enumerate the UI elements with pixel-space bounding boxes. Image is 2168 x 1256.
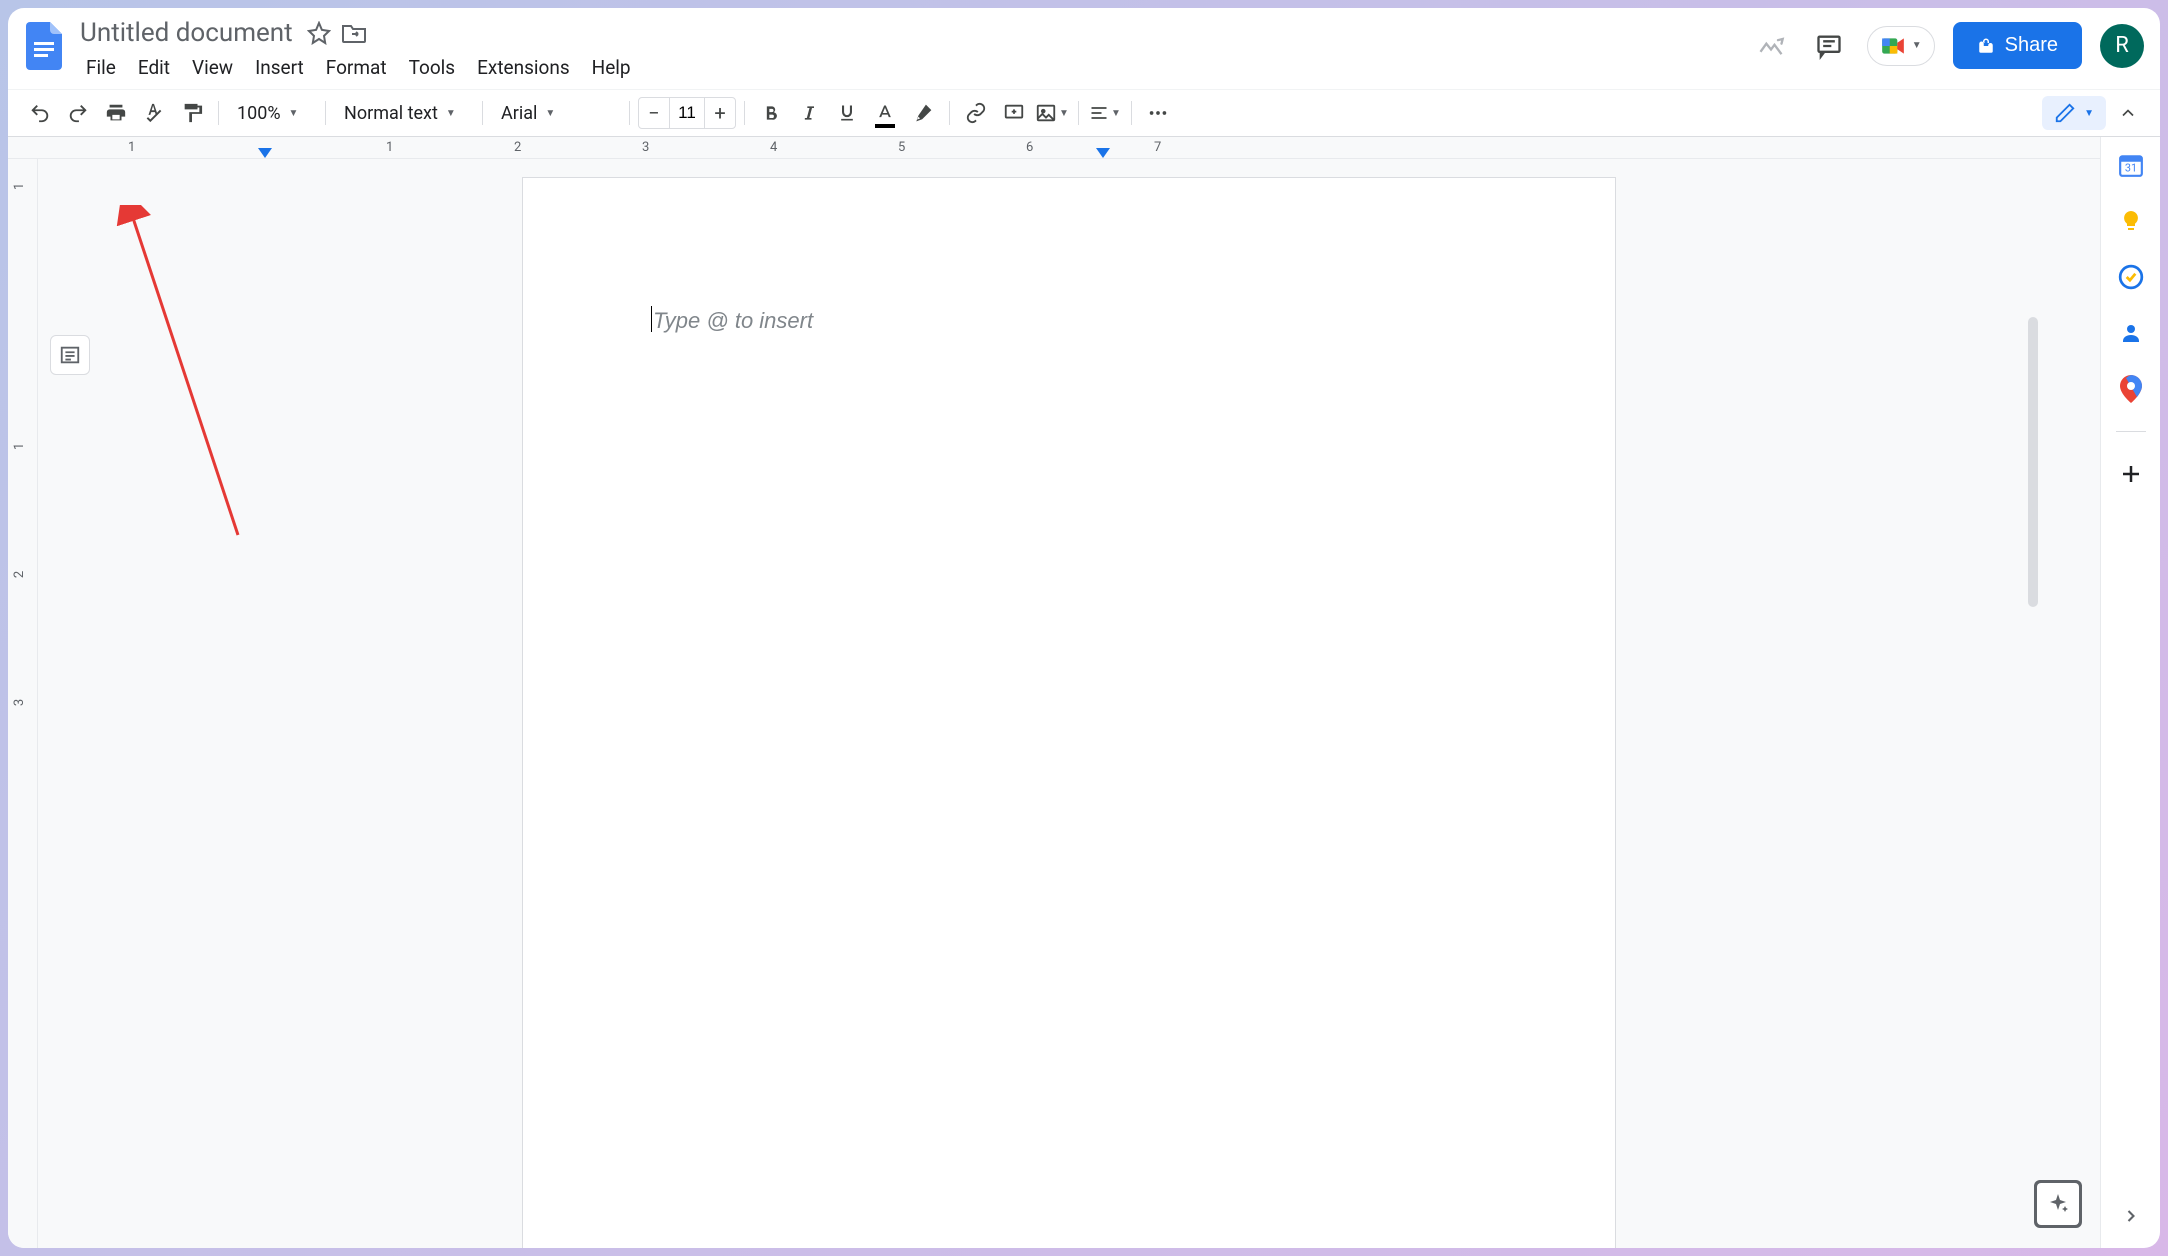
editing-mode-button[interactable]: ▼ (2042, 96, 2106, 130)
tasks-icon[interactable] (2117, 263, 2145, 291)
indent-marker-right-icon[interactable] (1096, 147, 1110, 162)
main-area: 1 1 2 3 4 5 6 7 1 1 2 3 (8, 137, 2100, 1248)
ruler-tick: 7 (1154, 140, 1161, 155)
paragraph-style-dropdown[interactable]: Normal text ▼ (334, 95, 474, 131)
menu-insert[interactable]: Insert (245, 52, 314, 83)
show-outline-button[interactable] (50, 335, 90, 375)
text-color-button[interactable] (867, 95, 903, 131)
body-area: 1 1 2 3 4 5 6 7 1 1 2 3 (8, 137, 2160, 1248)
side-panel: 31 (2100, 137, 2160, 1248)
font-family-value: Arial (501, 103, 537, 124)
font-size-input[interactable] (669, 98, 705, 128)
indent-marker-left-icon[interactable] (258, 147, 272, 162)
document-container: Type @ to insert (38, 159, 2100, 1248)
undo-button[interactable] (22, 95, 58, 131)
document-placeholder: Type @ to insert (653, 308, 813, 333)
ruler-tick: 5 (898, 140, 905, 155)
svg-text:31: 31 (2124, 162, 2136, 175)
menu-file[interactable]: File (76, 52, 126, 83)
menu-extensions[interactable]: Extensions (467, 52, 580, 83)
text-cursor (651, 306, 652, 332)
more-tools-button[interactable] (1140, 95, 1176, 131)
zoom-dropdown[interactable]: 100% ▼ (227, 95, 317, 131)
explore-button[interactable] (2034, 1180, 2082, 1228)
document-page[interactable]: Type @ to insert (522, 177, 1616, 1248)
decrease-font-size-button[interactable]: − (639, 98, 669, 128)
highlight-button[interactable] (905, 95, 941, 131)
menubar: File Edit View Insert Format Tools Exten… (76, 52, 641, 83)
ruler-tick: 3 (12, 699, 27, 706)
share-label: Share (2005, 34, 2058, 57)
menu-view[interactable]: View (182, 52, 243, 83)
chevron-down-icon: ▼ (1912, 40, 1922, 51)
redo-button[interactable] (60, 95, 96, 131)
toolbar: 100% ▼ Normal text ▼ Arial ▼ − + (8, 89, 2160, 137)
zoom-value: 100% (237, 103, 281, 124)
ruler-tick: 1 (128, 140, 135, 155)
contacts-icon[interactable] (2117, 319, 2145, 347)
document-scroll-area[interactable]: 1 1 2 3 Type @ to insert (8, 159, 2100, 1248)
share-button[interactable]: Share (1953, 22, 2082, 69)
scrollbar-thumb[interactable] (2028, 317, 2038, 607)
print-button[interactable] (98, 95, 134, 131)
menu-help[interactable]: Help (582, 52, 641, 83)
ruler-tick: 3 (642, 140, 649, 155)
ruler-tick: 6 (1026, 140, 1033, 155)
bold-button[interactable] (753, 95, 789, 131)
calendar-icon[interactable]: 31 (2117, 151, 2145, 179)
chevron-down-icon: ▼ (545, 108, 555, 119)
underline-button[interactable] (829, 95, 865, 131)
paint-format-button[interactable] (174, 95, 210, 131)
horizontal-ruler[interactable]: 1 1 2 3 4 5 6 7 (8, 137, 2100, 159)
chevron-down-icon: ▼ (2084, 108, 2094, 119)
insert-image-button[interactable]: ▼ (1034, 95, 1070, 131)
activity-icon[interactable] (1751, 26, 1791, 66)
spellcheck-button[interactable] (136, 95, 172, 131)
collapse-toolbar-button[interactable] (2110, 95, 2146, 131)
menu-tools[interactable]: Tools (399, 52, 466, 83)
add-addon-button[interactable] (2117, 460, 2145, 488)
ruler-tick: 1 (12, 443, 27, 450)
chevron-down-icon: ▼ (446, 108, 456, 119)
document-title[interactable]: Untitled document (76, 16, 297, 50)
move-icon[interactable] (341, 22, 367, 44)
menu-edit[interactable]: Edit (128, 52, 180, 83)
keep-icon[interactable] (2117, 207, 2145, 235)
titlebar: Untitled document File Edit View Insert … (8, 8, 2160, 83)
maps-icon[interactable] (2117, 375, 2145, 403)
ruler-tick: 1 (12, 183, 27, 190)
ruler-tick: 4 (770, 140, 777, 155)
align-button[interactable]: ▼ (1087, 95, 1123, 131)
app-window: Untitled document File Edit View Insert … (8, 8, 2160, 1248)
chevron-down-icon: ▼ (1111, 108, 1121, 119)
comments-icon[interactable] (1809, 26, 1849, 66)
italic-button[interactable] (791, 95, 827, 131)
chevron-down-icon: ▼ (1059, 108, 1069, 119)
increase-font-size-button[interactable]: + (705, 98, 735, 128)
docs-logo-icon[interactable] (24, 20, 64, 72)
vertical-ruler[interactable]: 1 1 2 3 (8, 159, 38, 1248)
insert-link-button[interactable] (958, 95, 994, 131)
hide-side-panel-button[interactable] (2121, 1206, 2141, 1230)
ruler-tick: 1 (386, 140, 393, 155)
account-avatar[interactable]: R (2100, 24, 2144, 68)
star-icon[interactable] (307, 21, 331, 45)
meet-button[interactable]: ▼ (1867, 26, 1935, 66)
paragraph-style-value: Normal text (344, 103, 438, 124)
insert-comment-button[interactable] (996, 95, 1032, 131)
ruler-tick: 2 (12, 571, 27, 578)
chevron-down-icon: ▼ (289, 108, 299, 119)
font-size-group: − + (638, 97, 736, 129)
text-color-indicator (875, 124, 895, 128)
font-family-dropdown[interactable]: Arial ▼ (491, 95, 621, 131)
ruler-tick: 2 (514, 140, 521, 155)
menu-format[interactable]: Format (316, 52, 397, 83)
